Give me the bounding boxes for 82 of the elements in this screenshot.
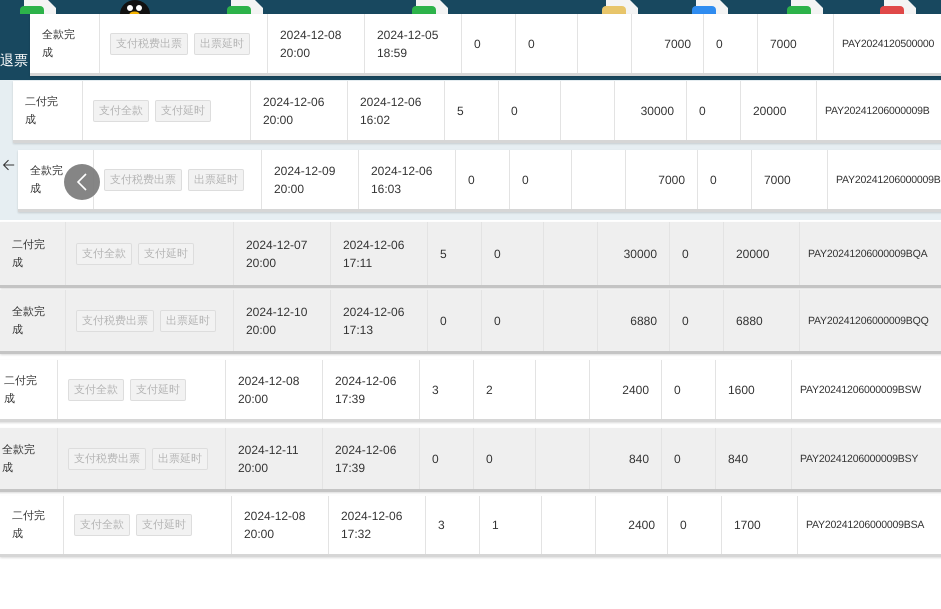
created-time-text: 2024-12-06 17:13 — [343, 304, 406, 338]
count-text: 0 — [486, 450, 493, 468]
file-icon[interactable] — [878, 0, 918, 14]
payment-id-text: PAY20241206000009BQA — [808, 246, 928, 262]
status-text: 全款完成 — [12, 304, 46, 338]
count-text: 5 — [440, 246, 447, 262]
deadline-text: 2024-12-06 20:00 — [263, 94, 326, 128]
count-text: 3 — [432, 382, 439, 398]
amount-text: 30000 — [624, 246, 657, 262]
amount-text: 2400 — [622, 382, 649, 398]
payment-id-text: PAY20241206000009BSA — [806, 518, 924, 533]
amount-text: 0 — [682, 312, 689, 330]
amount-text: 7000 — [664, 36, 691, 52]
amount-text: 0 — [716, 36, 723, 52]
file-icon[interactable] — [690, 0, 730, 14]
deadline-text: 2024-12-10 20:00 — [246, 304, 308, 338]
amount-text: 1700 — [734, 517, 761, 534]
deadline-text: 2024-12-11 20:00 — [238, 442, 300, 476]
deadline-text: 2024-12-08 20:00 — [238, 372, 300, 408]
file-icon[interactable] — [600, 0, 640, 14]
count-text: 3 — [438, 517, 445, 534]
created-time-text: 2024-12-05 18:59 — [377, 26, 440, 62]
count-text: 0 — [494, 312, 501, 330]
count-text: 0 — [468, 172, 475, 188]
amount-text: 840 — [728, 450, 748, 468]
file-label: 退票 — [0, 52, 28, 70]
created-time-text: 2024-12-06 17:32 — [341, 508, 404, 543]
amount-text: 20000 — [753, 102, 786, 120]
status-text: 二付完成 — [4, 374, 38, 406]
amount-text: 840 — [628, 450, 649, 468]
amount-text: 6880 — [630, 312, 657, 330]
count-text: 0 — [432, 450, 439, 468]
count-text: 0 — [494, 246, 501, 262]
amount-text: 2400 — [628, 517, 655, 534]
status-text: 全款完成 — [30, 164, 64, 196]
deadline-text: 2024-12-09 20:00 — [274, 162, 336, 198]
status-text: 全款完成 — [42, 28, 76, 60]
amount-text: 0 — [699, 102, 706, 120]
amount-text: 0 — [674, 450, 681, 468]
file-icon[interactable] — [18, 0, 58, 14]
amount-text: 0 — [680, 517, 687, 534]
amount-text: 6880 — [736, 312, 763, 330]
count-text: 0 — [474, 36, 481, 52]
status-text: 二付完成 — [25, 94, 59, 128]
payment-id-text: PAY20241206000009BSW — [800, 382, 922, 398]
file-icon[interactable] — [785, 0, 825, 14]
payment-id-text: PAY20241206000009B — [836, 172, 941, 188]
amount-text: 7000 — [764, 172, 791, 188]
count-text: 0 — [522, 172, 529, 188]
amount-text: 1600 — [728, 382, 755, 398]
amount-text: 0 — [682, 246, 689, 262]
amount-text: 0 — [674, 382, 681, 398]
payment-id-text: PAY20241206000009BQQ — [808, 314, 929, 328]
chevron-left-icon — [75, 172, 89, 192]
amount-text: 7000 — [770, 36, 797, 52]
count-text: 2 — [486, 382, 493, 398]
created-time-text: 2024-12-06 16:03 — [371, 162, 434, 198]
created-time-text: 2024-12-06 17:39 — [335, 442, 398, 476]
count-text: 5 — [457, 102, 464, 120]
payment-id-text: PAY20241206000009B — [825, 104, 930, 118]
deadline-text: 2024-12-07 20:00 — [246, 236, 308, 272]
deadline-text: 2024-12-08 20:00 — [280, 26, 342, 62]
created-time-text: 2024-12-06 17:11 — [343, 236, 406, 272]
status-text: 二付完成 — [12, 508, 46, 542]
amount-text: 0 — [710, 172, 717, 188]
amount-text: 20000 — [736, 246, 770, 262]
payment-id-text: PAY2024120500000 — [842, 36, 934, 52]
count-text: 0 — [528, 36, 535, 52]
file-icon[interactable] — [410, 0, 450, 14]
count-text: 1 — [492, 517, 499, 534]
created-time-text: 2024-12-06 17:39 — [335, 372, 398, 408]
created-time-text: 2024-12-06 16:02 — [360, 94, 422, 128]
count-text: 0 — [511, 102, 518, 120]
amount-text: 7000 — [658, 172, 685, 188]
deadline-text: 2024-12-08 20:00 — [244, 508, 306, 543]
status-text: 二付完成 — [12, 238, 46, 270]
payment-id-text: PAY20241206000009BSY — [800, 452, 918, 466]
count-text: 0 — [440, 312, 447, 330]
file-icon[interactable] — [225, 0, 265, 14]
status-text: 全款完成 — [2, 442, 36, 476]
amount-text: 30000 — [640, 102, 674, 120]
back-arrow-icon[interactable] — [2, 158, 15, 172]
